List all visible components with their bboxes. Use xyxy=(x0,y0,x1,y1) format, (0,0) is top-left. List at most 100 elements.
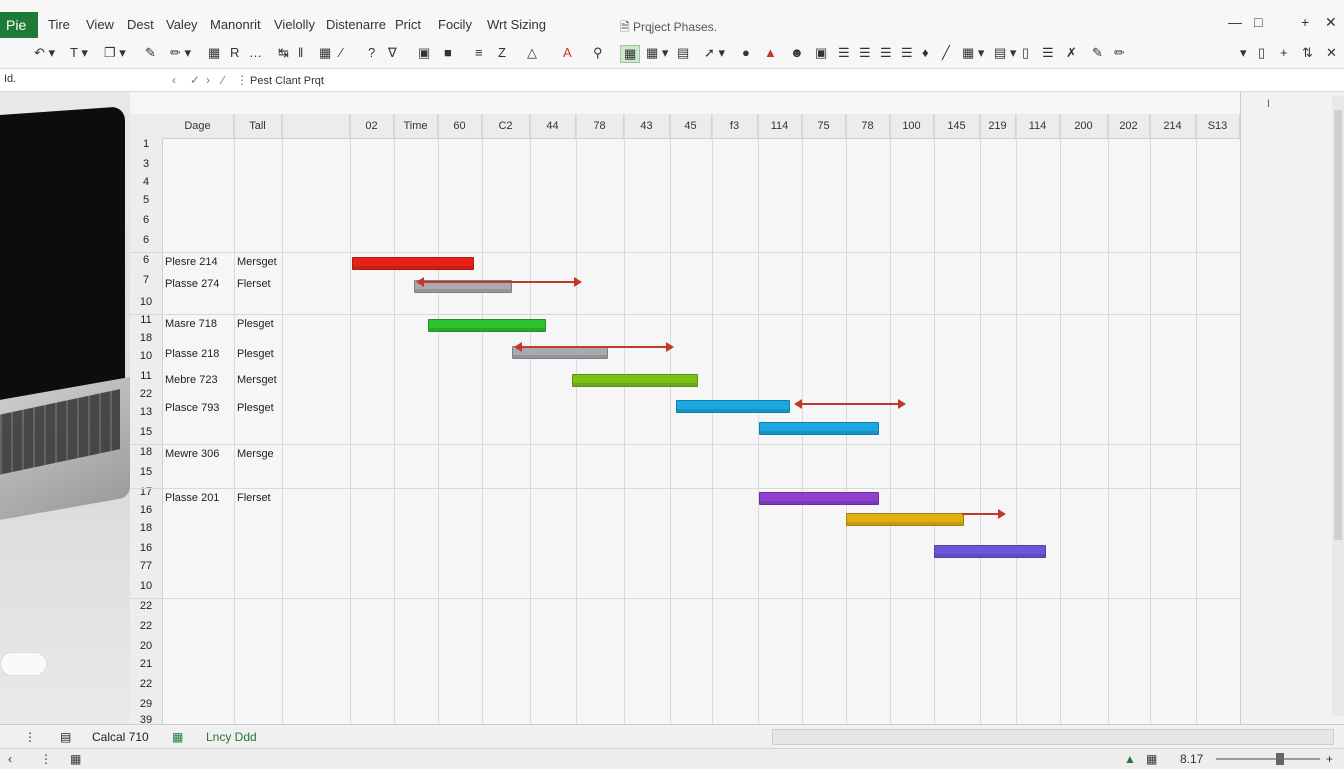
chevron-left-icon[interactable]: ‹ xyxy=(172,73,176,87)
bold-r-icon[interactable]: R xyxy=(230,45,239,60)
column-header[interactable]: 200 xyxy=(1060,114,1108,138)
task-name[interactable]: Plesre 214 xyxy=(165,256,218,268)
lock-icon[interactable]: △ xyxy=(527,45,537,61)
row-number[interactable]: 22 xyxy=(130,600,162,612)
edit-icon[interactable]: ✎ xyxy=(1092,45,1103,61)
row-number[interactable]: 21 xyxy=(130,658,162,670)
task-name[interactable]: Mebre 723 xyxy=(165,374,218,386)
gantt-bar[interactable] xyxy=(572,374,698,387)
row-number[interactable]: 13 xyxy=(130,406,162,418)
tab-sheet-2[interactable]: Lncy Ddd xyxy=(206,730,257,744)
row-number[interactable]: 11 xyxy=(130,370,162,382)
row-number[interactable]: 16 xyxy=(130,542,162,554)
zoom-slider[interactable] xyxy=(1216,758,1320,760)
column-header[interactable]: 219 xyxy=(980,114,1016,138)
row-number[interactable]: 22 xyxy=(130,388,162,400)
draw-icon[interactable]: ╱ xyxy=(942,45,950,61)
column-header[interactable]: 114 xyxy=(758,114,802,138)
row-number[interactable]: 18 xyxy=(130,332,162,344)
row-number[interactable]: 22 xyxy=(130,678,162,690)
search-icon[interactable]: ⚲ xyxy=(593,45,603,61)
menu-item-wrt-sizing[interactable]: Wrt Sizing xyxy=(487,17,546,32)
horizontal-scrollbar[interactable] xyxy=(772,729,1334,745)
sheet-view-icon[interactable]: ▦ ▾ xyxy=(646,45,668,61)
chart-icon[interactable]: ∕ xyxy=(340,45,342,60)
row-number[interactable]: 6 xyxy=(130,234,162,246)
menu-item-dest[interactable]: Dest xyxy=(127,17,154,32)
row-number[interactable]: 39 xyxy=(130,714,162,724)
task-resource[interactable]: Flerset xyxy=(237,278,271,290)
task-resource[interactable]: Mersget xyxy=(237,256,277,268)
add-icon[interactable]: + xyxy=(1301,14,1309,30)
sheet-icon[interactable]: ▤ xyxy=(60,730,71,744)
row-number[interactable]: 3 xyxy=(130,158,162,170)
list-icon[interactable]: ☰ xyxy=(1042,45,1054,61)
border-icon[interactable]: ▦ ▾ xyxy=(962,45,984,61)
menu-item-tire[interactable]: Tire xyxy=(48,17,70,32)
undo-icon[interactable]: ↶ ▾ xyxy=(34,45,55,61)
more-icon[interactable]: … xyxy=(249,45,262,60)
status-sheet-icon[interactable]: ▦ xyxy=(70,752,81,766)
vertical-scrollbar[interactable] xyxy=(1332,96,1344,716)
fill-icon[interactable]: ▲ xyxy=(764,45,777,60)
cursor-icon[interactable]: ↹ xyxy=(278,45,289,61)
row-number[interactable]: 16 xyxy=(130,504,162,516)
font-color-icon[interactable]: A xyxy=(563,45,572,60)
columns-icon[interactable]: ‖ xyxy=(298,45,303,60)
row-number[interactable]: 10 xyxy=(130,350,162,362)
tag-icon[interactable]: ● xyxy=(742,45,750,60)
column-header[interactable]: S13 xyxy=(1196,114,1240,138)
align-right-icon[interactable]: ☰ xyxy=(880,45,892,61)
sum-icon[interactable]: Z xyxy=(498,45,506,60)
menu-item-vielolly[interactable]: Vielolly xyxy=(274,17,315,32)
column-header[interactable]: f3 xyxy=(712,114,758,138)
gantt-bar[interactable] xyxy=(428,319,546,332)
task-resource[interactable]: Plesget xyxy=(237,318,274,330)
column-header[interactable]: Dage xyxy=(162,114,234,138)
close-pane-icon[interactable]: ✕ xyxy=(1326,45,1337,61)
check-icon[interactable]: ✓ xyxy=(190,73,200,87)
menu-item-valey[interactable]: Valey xyxy=(166,17,198,32)
filter-icon[interactable]: ∇ xyxy=(388,45,397,61)
brush-icon[interactable]: ✏ xyxy=(1114,45,1125,61)
column-header[interactable] xyxy=(282,114,350,138)
row-number[interactable]: 4 xyxy=(130,176,162,188)
row-number[interactable]: 18 xyxy=(130,446,162,458)
row-number[interactable]: 6 xyxy=(130,254,162,266)
task-resource[interactable]: Mersget xyxy=(237,374,277,386)
gantt-bar[interactable] xyxy=(846,513,964,526)
row-number[interactable]: 77 xyxy=(130,560,162,572)
task-name[interactable]: Plasse 218 xyxy=(165,348,219,360)
task-resource[interactable]: Mersge xyxy=(237,448,274,460)
scroll-left-icon[interactable]: ‹ xyxy=(8,752,12,766)
more-options-icon[interactable]: ⋮ xyxy=(236,73,248,87)
column-header[interactable]: 44 xyxy=(530,114,576,138)
calendar-icon[interactable]: ▤ xyxy=(677,45,689,61)
row-number[interactable]: 10 xyxy=(130,296,162,308)
column-header[interactable]: 114 xyxy=(1016,114,1060,138)
help-icon[interactable]: ? xyxy=(368,45,375,60)
task-name[interactable]: Masre 718 xyxy=(165,318,217,330)
column-header[interactable]: 214 xyxy=(1150,114,1196,138)
nav-icon[interactable]: ⋮ xyxy=(40,752,52,766)
restore-icon[interactable]: □ xyxy=(1254,14,1262,30)
gantt-bar[interactable] xyxy=(676,400,790,413)
page-layout-icon[interactable]: ▦ xyxy=(1146,752,1157,766)
function-icon[interactable]: ∕ xyxy=(222,73,224,87)
name-box[interactable]: Id. xyxy=(4,73,16,85)
gantt-bar[interactable] xyxy=(352,257,474,270)
task-name[interactable]: Plasse 274 xyxy=(165,278,219,290)
paste-icon[interactable]: ❐ ▾ xyxy=(104,45,126,61)
line-chart-icon[interactable]: ➚ ▾ xyxy=(704,45,725,61)
row-number[interactable]: 15 xyxy=(130,426,162,438)
column-header[interactable]: 100 xyxy=(890,114,934,138)
zoom-level[interactable]: 8.17 xyxy=(1180,752,1203,766)
plus-icon[interactable]: + xyxy=(1280,45,1288,60)
column-header[interactable]: 145 xyxy=(934,114,980,138)
column-header[interactable]: 43 xyxy=(624,114,670,138)
gridlines-icon[interactable]: ▦ xyxy=(620,45,641,63)
gantt-bar[interactable] xyxy=(759,422,879,435)
justify-icon[interactable]: ☰ xyxy=(901,45,913,61)
align-center-icon[interactable]: ☰ xyxy=(859,45,871,61)
column-header[interactable]: 75 xyxy=(802,114,846,138)
